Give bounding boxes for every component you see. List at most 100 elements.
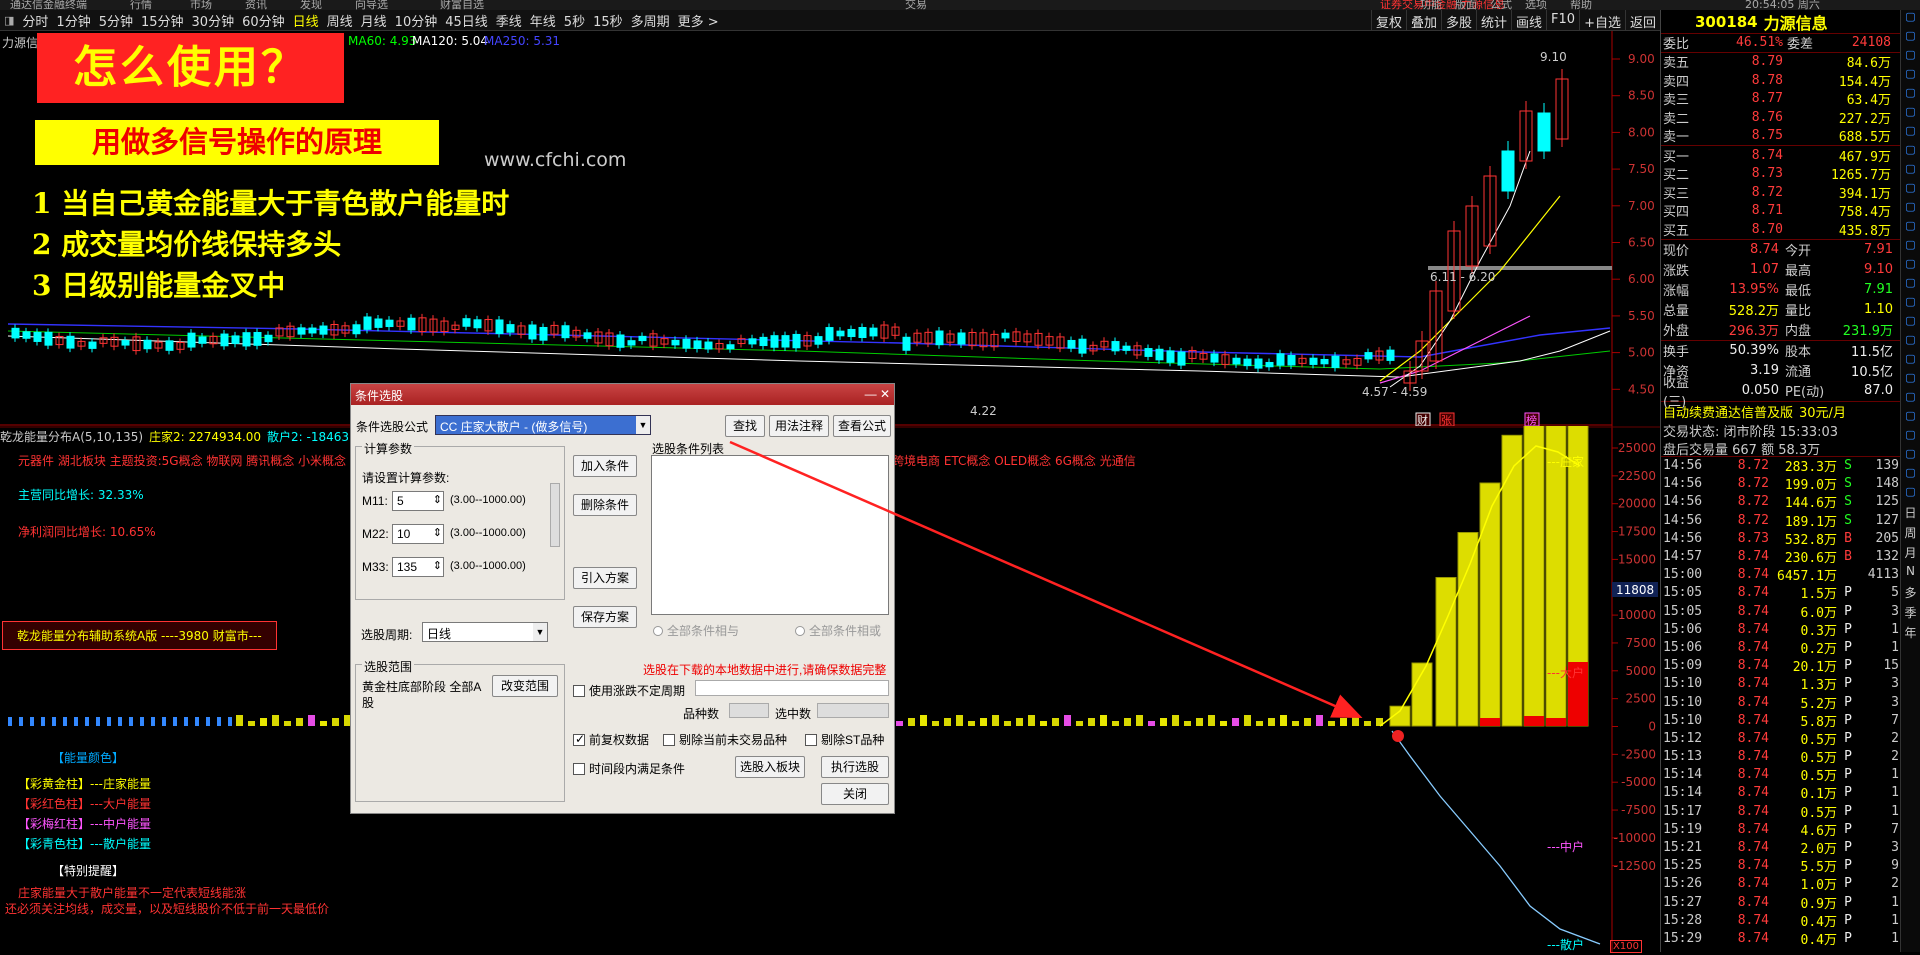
period-tab[interactable]: 10分钟 [391,11,442,30]
side-tool-icon[interactable]: ▢ [1901,295,1920,314]
top-menu-item[interactable]: 帮助 [1570,0,1592,10]
top-menu-item[interactable]: 证券交易中金融-力源信息 [1380,0,1505,10]
side-tool-icon[interactable]: ▢ [1901,352,1920,371]
dialog-titlebar[interactable]: 条件选股 — ✕ [351,384,894,405]
param-input[interactable]: 5 ⇕ [392,491,444,511]
side-tool-icon[interactable]: ▢ [1901,314,1920,333]
side-period-label[interactable]: 日 [1901,504,1920,524]
irregular-period-input[interactable] [695,680,889,696]
tool-button[interactable]: 复权 [1370,10,1406,31]
tool-button[interactable]: F10 [1546,10,1579,31]
side-tool-icon[interactable]: ▢ [1901,447,1920,466]
side-tool-icon[interactable]: ▢ [1901,181,1920,200]
side-tool-icon[interactable]: ▢ [1901,162,1920,181]
period-tab[interactable]: 5分钟 [95,11,137,30]
period-tab[interactable]: 月线 [357,11,391,30]
side-tool-icon[interactable]: ▢ [1901,257,1920,276]
side-tool-icon[interactable]: ▢ [1901,200,1920,219]
condition-list[interactable] [651,455,889,615]
side-tool-icon[interactable]: ▢ [1901,105,1920,124]
spinner-icon[interactable]: ⇕ [433,559,442,572]
top-menu-item[interactable]: 资讯 [245,0,267,10]
period-tab[interactable]: 30分钟 [188,11,239,30]
period-tab[interactable]: 周线 [323,11,357,30]
menu-toggle-icon[interactable]: ◨ [0,14,18,27]
tick-list[interactable]: 14:56 8.72 283.3万 S 139 14:56 8.72 199.0万 S 148 14… [1661,457,1900,948]
all-or-radio[interactable]: 全部条件相或 [795,622,881,639]
period-tab[interactable]: 季线 [492,11,526,30]
side-tool-icon[interactable]: ▢ [1901,333,1920,352]
minimize-icon[interactable]: — [865,387,877,401]
side-period-label[interactable]: N [1901,564,1920,584]
top-menu-item[interactable]: 20:54:05 周六 [1745,0,1820,10]
param-input[interactable]: 135 ⇕ [392,557,444,577]
top-menu-item[interactable]: 财富自选 [440,0,484,10]
side-tool-icon[interactable]: ▢ [1901,485,1920,504]
side-tool-icon[interactable]: ▢ [1901,10,1920,29]
import-scheme-button[interactable]: 引入方案 [573,567,637,589]
formula-select[interactable]: CC 庄家大散户 - (做多信号) ▼ [435,415,651,435]
add-condition-button[interactable]: 加入条件 [573,455,637,477]
find-button[interactable]: 查找 [725,415,765,437]
irregular-period-checkbox[interactable]: 使用涨跌不定周期 [573,682,685,699]
execute-button[interactable]: 执行选股 [821,756,889,778]
top-menu-item[interactable]: 公式 [1490,0,1512,10]
side-period-label[interactable]: 周 [1901,524,1920,544]
side-tool-icon[interactable]: ▢ [1901,219,1920,238]
top-menu-item[interactable]: 选项 [1525,0,1547,10]
exclude-st-checkbox[interactable]: 剔除ST品种 [805,731,884,748]
period-tab[interactable]: 日线 [289,11,323,30]
tool-button[interactable]: +自选 [1579,10,1625,31]
tool-button[interactable]: 统计 [1476,10,1511,31]
kline-chart[interactable]: 9.00 8.50 8.00 7.50 7.00 6.50 6.00 5.50 5.00 4.50… [0,31,1660,427]
side-tool-icon[interactable]: ▢ [1901,409,1920,428]
tool-button[interactable]: 画线 [1511,10,1546,31]
period-all-checkbox[interactable]: 时间段内满足条件 [573,760,685,777]
asks-row[interactable]: 卖二 8.76 227.2万 [1661,108,1900,127]
top-menu-item[interactable]: 行情 [130,0,152,10]
fq-checkbox[interactable]: 前复权数据 [573,731,649,748]
asks-row[interactable]: 卖三 8.77 63.4万 [1661,90,1900,108]
delete-condition-button[interactable]: 删除条件 [573,494,637,516]
view-formula-button[interactable]: 查看公式 [833,415,891,437]
period-tab[interactable]: 15秒 [589,11,627,30]
side-tool-icon[interactable]: ▢ [1901,143,1920,162]
side-tool-icon[interactable]: ▢ [1901,29,1920,48]
period-tab[interactable]: 45日线 [441,11,492,30]
close-icon[interactable]: ✕ [880,387,890,401]
side-tool-icon[interactable]: ▢ [1901,276,1920,295]
period-tab[interactable]: 5秒 [560,11,589,30]
period-tab[interactable]: 1分钟 [52,11,94,30]
bids-row[interactable]: 买一 8.74 467.9万 [1661,146,1900,165]
side-tool-icon[interactable]: ▢ [1901,124,1920,143]
spinner-icon[interactable]: ⇕ [433,526,442,539]
side-tool-icon[interactable]: ▢ [1901,67,1920,86]
side-tool-icon[interactable]: ▢ [1901,48,1920,67]
top-menu-item[interactable]: 通达信金融终端 [10,0,87,10]
period-tab[interactable]: 60分钟 [238,11,289,30]
tool-button[interactable]: 返回 [1624,10,1660,31]
spinner-icon[interactable]: ⇕ [433,493,442,506]
side-tool-icon[interactable]: ▢ [1901,390,1920,409]
asks-row[interactable]: 卖一 8.75 688.5万 [1661,127,1900,145]
asks-row[interactable]: 卖五 8.79 84.6万 [1661,53,1900,71]
period-tab[interactable]: 年线 [526,11,560,30]
param-input[interactable]: 10 ⇕ [392,524,444,544]
change-range-button[interactable]: 改变范围 [492,675,558,697]
period-tab[interactable]: 多周期 [627,11,674,30]
bids-row[interactable]: 买四 8.71 758.4万 [1661,202,1900,220]
tool-button[interactable]: 叠加 [1405,10,1441,31]
top-menu-item[interactable]: 交易 [905,0,927,10]
side-tool-icon[interactable]: ▢ [1901,428,1920,447]
side-tool-icon[interactable]: ▢ [1901,86,1920,105]
save-scheme-button[interactable]: 保存方案 [573,606,637,628]
period-select[interactable]: 日线 ▼ [422,622,548,642]
side-period-label[interactable]: 多 [1901,584,1920,604]
bids-row[interactable]: 买二 8.73 1265.7万 [1661,165,1900,183]
top-menu-item[interactable]: 功能 [1420,0,1442,10]
top-menu-item[interactable]: 版面 [1455,0,1477,10]
top-menu-item[interactable]: 向导选 [355,0,388,10]
param-scrollbar[interactable] [550,483,560,547]
tool-button[interactable]: 多股 [1441,10,1476,31]
side-period-label[interactable]: 年 [1901,624,1920,644]
